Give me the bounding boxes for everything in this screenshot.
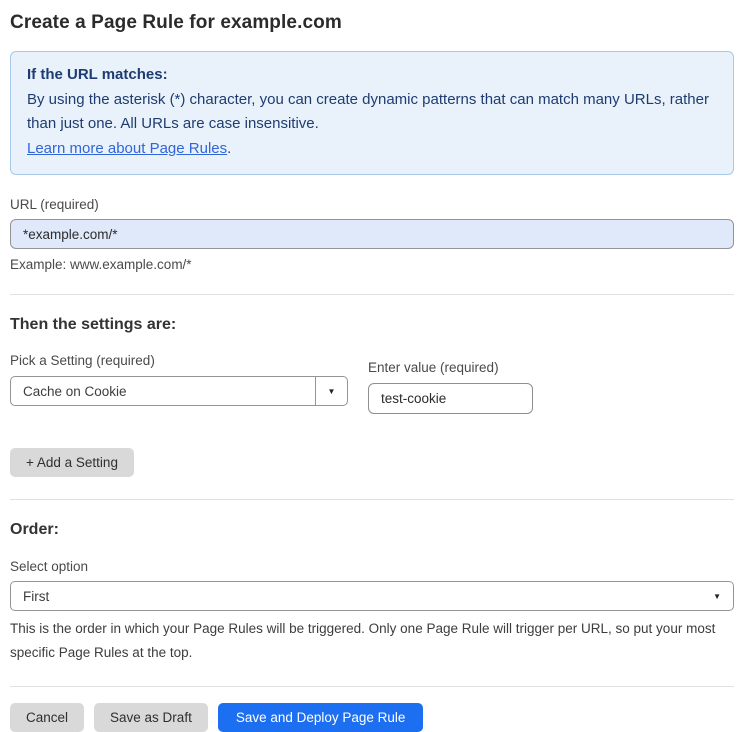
url-field-label: URL (required) <box>10 197 99 212</box>
order-select-label: Select option <box>10 559 89 574</box>
page-title: Create a Page Rule for example.com <box>10 12 342 33</box>
url-example-hint: Example: www.example.com/* <box>10 257 192 272</box>
info-box-heading: If the URL matches: <box>27 66 168 83</box>
save-as-draft-button[interactable]: Save as Draft <box>94 703 208 732</box>
settings-section-heading: Then the settings are: <box>10 316 177 333</box>
setting-value-column: Enter value (required) <box>368 360 533 414</box>
setting-picker-arrow-button[interactable]: ▼ <box>315 377 347 405</box>
add-setting-button[interactable]: + Add a Setting <box>10 448 134 477</box>
info-box-link-line: Learn more about Page Rules. <box>27 137 717 161</box>
setting-picker-selected-value: Cache on Cookie <box>23 383 127 399</box>
setting-picker-dropdown[interactable]: Cache on Cookie ▼ <box>10 376 348 406</box>
chevron-down-icon: ▼ <box>327 386 336 396</box>
divider-after-url <box>10 294 734 295</box>
cancel-button[interactable]: Cancel <box>10 703 85 732</box>
save-and-deploy-button[interactable]: Save and Deploy Page Rule <box>217 703 424 732</box>
form-actions: Cancel Save as Draft Save and Deploy Pag… <box>10 703 734 732</box>
info-box-body: By using the asterisk (*) character, you… <box>27 91 709 132</box>
learn-more-link[interactable]: Learn more about Page Rules <box>27 140 227 157</box>
setting-value-input[interactable] <box>368 383 533 414</box>
setting-value-label: Enter value (required) <box>368 360 499 375</box>
order-select[interactable]: First ▼ <box>10 581 734 611</box>
url-input[interactable] <box>10 219 734 249</box>
order-section-heading: Order: <box>10 521 59 538</box>
divider-before-actions <box>10 686 734 688</box>
chevron-down-icon: ▼ <box>713 591 721 601</box>
order-selected-value: First <box>23 588 50 604</box>
url-match-info-box: If the URL matches: By using the asteris… <box>10 51 734 175</box>
order-help-text: This is the order in which your Page Rul… <box>10 621 716 660</box>
setting-picker-column: Pick a Setting (required) Cache on Cooki… <box>10 353 348 414</box>
page-rule-form: Create a Page Rule for example.com If th… <box>0 0 750 732</box>
divider-before-order <box>10 499 734 500</box>
settings-row: Pick a Setting (required) Cache on Cooki… <box>10 353 734 414</box>
link-suffix: . <box>227 140 232 157</box>
setting-picker-label: Pick a Setting (required) <box>10 353 155 368</box>
